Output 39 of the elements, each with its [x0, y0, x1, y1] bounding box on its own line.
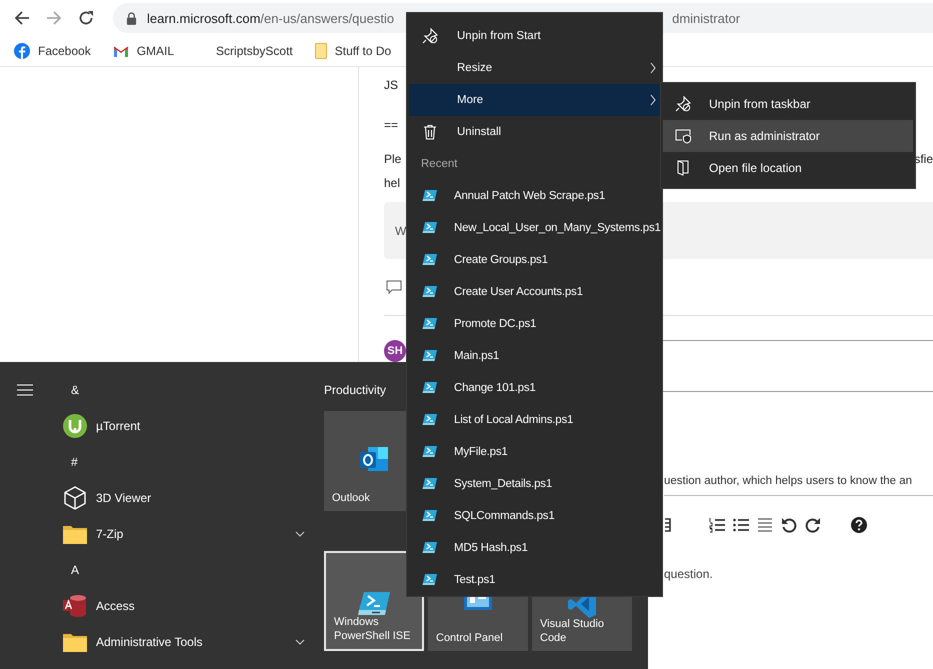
section-header: Recent: [421, 158, 458, 170]
group-title: Productivity: [324, 383, 386, 397]
menu-item[interactable]: Run as administrator: [663, 120, 913, 152]
bookmark[interactable]: Facebook: [14, 43, 91, 59]
app-folder[interactable]: 7-Zip: [63, 516, 305, 552]
url-text: learn.microsoft.com/en-us/answers/questio: [147, 10, 394, 26]
app-item[interactable]: Access: [63, 588, 305, 624]
app-folder[interactable]: Administrative Tools: [63, 624, 305, 660]
bookmark[interactable]: Stuff to Do: [314, 43, 392, 59]
url-text: dministrator: [672, 10, 740, 26]
body-text: ==: [384, 118, 398, 132]
recent-file[interactable]: Change 101.ps1: [409, 372, 660, 404]
bookmark[interactable]: GMAIL: [112, 44, 174, 58]
notice-text: uestion author, which helps users to know the an: [664, 475, 912, 487]
editor-field[interactable]: question.: [664, 554, 933, 594]
letter-header[interactable]: A: [71, 563, 80, 577]
menu-item[interactable]: Uninstall: [409, 116, 660, 148]
recent-file[interactable]: Promote DC.ps1: [409, 308, 660, 340]
recent-file[interactable]: Create User Accounts.ps1: [409, 276, 660, 308]
quote-text: W: [395, 224, 406, 238]
bookmark[interactable]: ScriptsbyScott: [196, 44, 293, 58]
menu-item[interactable]: Unpin from Start: [409, 20, 660, 52]
menu-item[interactable]: Resize: [409, 52, 660, 84]
app-item[interactable]: 3D Viewer: [63, 480, 305, 516]
recent-file[interactable]: Annual Patch Web Scrape.ps1: [409, 180, 660, 212]
body-text: hel: [384, 176, 400, 190]
letter-header[interactable]: &: [71, 383, 80, 397]
menu-item[interactable]: More: [409, 84, 660, 116]
menu-item[interactable]: Open file location: [663, 152, 913, 184]
recent-file[interactable]: New_Local_User_on_Many_Systems.ps1: [409, 212, 660, 244]
letter-header[interactable]: #: [71, 455, 78, 469]
avatar: SH: [384, 340, 406, 362]
app-tile[interactable]: Windows PowerShell ISE: [324, 551, 424, 651]
recent-file[interactable]: Main.ps1: [409, 340, 660, 372]
body-text: Ple: [384, 152, 402, 166]
app-item[interactable]: µTorrent: [63, 408, 305, 444]
body-text: JS: [384, 78, 398, 92]
menu-item[interactable]: Unpin from taskbar: [663, 88, 913, 120]
recent-file[interactable]: Create Groups.ps1: [409, 244, 660, 276]
